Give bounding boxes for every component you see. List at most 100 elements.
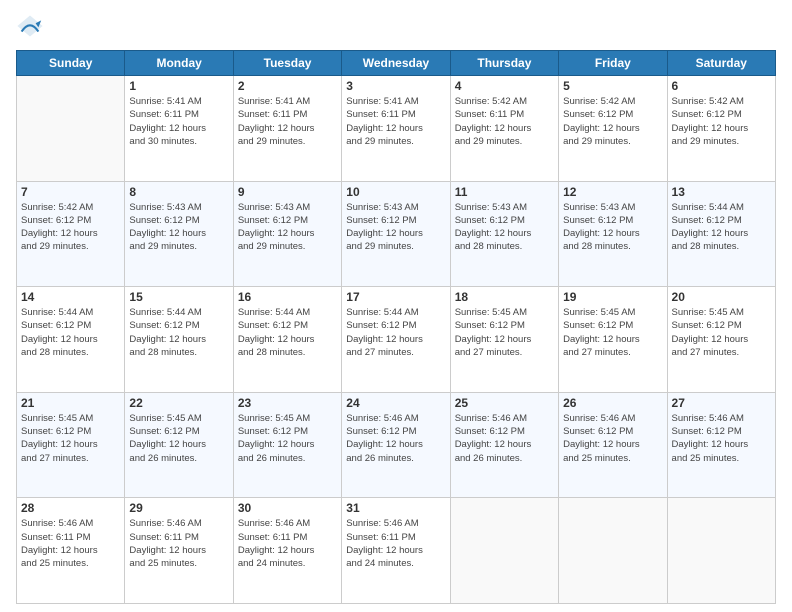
day-info: Sunrise: 5:45 AMSunset: 6:12 PMDaylight:… [672, 306, 771, 359]
calendar-week-1: 7 Sunrise: 5:42 AMSunset: 6:12 PMDaylight… [17, 181, 776, 287]
day-info: Sunrise: 5:43 AMSunset: 6:12 PMDaylight:… [238, 201, 337, 254]
calendar-cell: 8Sunrise: 5:43 AMSunset: 6:12 PMDaylight… [125, 181, 233, 287]
day-number: 22 [129, 396, 228, 410]
day-info: Sunrise: 5:46 AMSunset: 6:11 PMDaylight:… [238, 517, 337, 570]
day-number: 2 [238, 79, 337, 93]
calendar-cell: 26 Sunrise: 5:46 AMSunset: 6:12 PMDayligh… [559, 392, 667, 498]
calendar-cell: 29 Sunrise: 5:46 AMSunset: 6:11 PMDayligh… [125, 498, 233, 604]
day-info: Sunrise: 5:41 AMSunset: 6:11 PMDaylight:… [238, 95, 337, 148]
day-number: 28 [21, 501, 120, 515]
day-info: Sunrise: 5:44 AMSunset: 6:12 PMDaylight:… [346, 306, 445, 359]
calendar-cell: 18 Sunrise: 5:45 AMSunset: 6:12 PMDayligh… [450, 287, 558, 393]
calendar-cell: 24 Sunrise: 5:46 AMSunset: 6:12 PMDayligh… [342, 392, 450, 498]
calendar-cell: 2 Sunrise: 5:41 AMSunset: 6:11 PMDaylight… [233, 76, 341, 182]
day-info: Sunrise: 5:43 AMSunset: 6:12 PMDaylight:… [563, 201, 662, 254]
day-info: Sunrise: 5:43 AMSunset: 6:12 PMDaylight:… [455, 201, 554, 254]
day-info: Sunrise: 5:45 AMSunset: 6:12 PMDaylight:… [455, 306, 554, 359]
calendar-cell: 22Sunrise: 5:45 AMSunset: 6:12 PMDayligh… [125, 392, 233, 498]
calendar-cell: 19 Sunrise: 5:45 AMSunset: 6:12 PMDayligh… [559, 287, 667, 393]
day-number: 8 [129, 185, 228, 199]
day-info: Sunrise: 5:42 AMSunset: 6:12 PMDaylight:… [672, 95, 771, 148]
day-info: Sunrise: 5:46 AMSunset: 6:12 PMDaylight:… [455, 412, 554, 465]
calendar-cell: 12 Sunrise: 5:43 AMSunset: 6:12 PMDayligh… [559, 181, 667, 287]
calendar-cell: 11 Sunrise: 5:43 AMSunset: 6:12 PMDayligh… [450, 181, 558, 287]
day-header-tuesday: Tuesday [233, 51, 341, 76]
day-info: Sunrise: 5:46 AMSunset: 6:11 PMDaylight:… [21, 517, 120, 570]
day-number: 7 [21, 185, 120, 199]
calendar-cell: 25 Sunrise: 5:46 AMSunset: 6:12 PMDayligh… [450, 392, 558, 498]
calendar-cell: 16 Sunrise: 5:44 AMSunset: 6:12 PMDayligh… [233, 287, 341, 393]
day-info: Sunrise: 5:46 AMSunset: 6:12 PMDaylight:… [346, 412, 445, 465]
calendar-cell [667, 498, 775, 604]
day-header-monday: Monday [125, 51, 233, 76]
calendar-cell: 7 Sunrise: 5:42 AMSunset: 6:12 PMDaylight… [17, 181, 125, 287]
day-number: 13 [672, 185, 771, 199]
calendar: SundayMondayTuesdayWednesdayThursdayFrid… [16, 50, 776, 604]
day-header-wednesday: Wednesday [342, 51, 450, 76]
logo-icon [16, 12, 44, 40]
calendar-cell: 6Sunrise: 5:42 AMSunset: 6:12 PMDaylight… [667, 76, 775, 182]
calendar-cell: 17 Sunrise: 5:44 AMSunset: 6:12 PMDayligh… [342, 287, 450, 393]
day-info: Sunrise: 5:41 AMSunset: 6:11 PMDaylight:… [129, 95, 228, 148]
calendar-body: 1 Sunrise: 5:41 AMSunset: 6:11 PMDaylight… [17, 76, 776, 604]
day-number: 25 [455, 396, 554, 410]
calendar-cell: 27 Sunrise: 5:46 AMSunset: 6:12 PMDayligh… [667, 392, 775, 498]
day-number: 26 [563, 396, 662, 410]
calendar-cell: 10Sunrise: 5:43 AMSunset: 6:12 PMDayligh… [342, 181, 450, 287]
day-info: Sunrise: 5:46 AMSunset: 6:11 PMDaylight:… [129, 517, 228, 570]
day-number: 1 [129, 79, 228, 93]
day-number: 16 [238, 290, 337, 304]
day-number: 11 [455, 185, 554, 199]
day-number: 20 [672, 290, 771, 304]
day-number: 21 [21, 396, 120, 410]
calendar-cell: 9 Sunrise: 5:43 AMSunset: 6:12 PMDaylight… [233, 181, 341, 287]
calendar-week-0: 1 Sunrise: 5:41 AMSunset: 6:11 PMDaylight… [17, 76, 776, 182]
calendar-cell: 30Sunrise: 5:46 AMSunset: 6:11 PMDayligh… [233, 498, 341, 604]
day-header-friday: Friday [559, 51, 667, 76]
calendar-cell [17, 76, 125, 182]
calendar-week-3: 21 Sunrise: 5:45 AMSunset: 6:12 PMDayligh… [17, 392, 776, 498]
day-number: 12 [563, 185, 662, 199]
day-info: Sunrise: 5:46 AMSunset: 6:11 PMDaylight:… [346, 517, 445, 570]
day-info: Sunrise: 5:44 AMSunset: 6:12 PMDaylight:… [21, 306, 120, 359]
day-number: 17 [346, 290, 445, 304]
day-number: 31 [346, 501, 445, 515]
day-info: Sunrise: 5:42 AMSunset: 6:11 PMDaylight:… [455, 95, 554, 148]
calendar-cell: 13 Sunrise: 5:44 AMSunset: 6:12 PMDayligh… [667, 181, 775, 287]
calendar-cell: 21 Sunrise: 5:45 AMSunset: 6:12 PMDayligh… [17, 392, 125, 498]
day-info: Sunrise: 5:43 AMSunset: 6:12 PMDaylight:… [346, 201, 445, 254]
day-info: Sunrise: 5:46 AMSunset: 6:12 PMDaylight:… [672, 412, 771, 465]
day-headers-row: SundayMondayTuesdayWednesdayThursdayFrid… [17, 51, 776, 76]
calendar-cell: 14 Sunrise: 5:44 AMSunset: 6:12 PMDayligh… [17, 287, 125, 393]
calendar-cell: 28 Sunrise: 5:46 AMSunset: 6:11 PMDayligh… [17, 498, 125, 604]
calendar-cell [559, 498, 667, 604]
calendar-cell: 3Sunrise: 5:41 AMSunset: 6:11 PMDaylight… [342, 76, 450, 182]
day-number: 9 [238, 185, 337, 199]
day-info: Sunrise: 5:44 AMSunset: 6:12 PMDaylight:… [238, 306, 337, 359]
day-info: Sunrise: 5:42 AMSunset: 6:12 PMDaylight:… [21, 201, 120, 254]
day-number: 29 [129, 501, 228, 515]
day-header-sunday: Sunday [17, 51, 125, 76]
day-number: 18 [455, 290, 554, 304]
calendar-week-2: 14 Sunrise: 5:44 AMSunset: 6:12 PMDayligh… [17, 287, 776, 393]
calendar-cell [450, 498, 558, 604]
day-info: Sunrise: 5:44 AMSunset: 6:12 PMDaylight:… [672, 201, 771, 254]
day-number: 19 [563, 290, 662, 304]
day-number: 14 [21, 290, 120, 304]
calendar-cell: 31 Sunrise: 5:46 AMSunset: 6:11 PMDayligh… [342, 498, 450, 604]
calendar-cell: 20 Sunrise: 5:45 AMSunset: 6:12 PMDayligh… [667, 287, 775, 393]
calendar-cell: 4 Sunrise: 5:42 AMSunset: 6:11 PMDaylight… [450, 76, 558, 182]
logo [16, 12, 48, 40]
day-info: Sunrise: 5:46 AMSunset: 6:12 PMDaylight:… [563, 412, 662, 465]
calendar-cell: 23Sunrise: 5:45 AMSunset: 6:12 PMDayligh… [233, 392, 341, 498]
day-number: 4 [455, 79, 554, 93]
day-number: 24 [346, 396, 445, 410]
header [16, 12, 776, 40]
day-info: Sunrise: 5:45 AMSunset: 6:12 PMDaylight:… [563, 306, 662, 359]
day-info: Sunrise: 5:45 AMSunset: 6:12 PMDaylight:… [21, 412, 120, 465]
day-info: Sunrise: 5:42 AMSunset: 6:12 PMDaylight:… [563, 95, 662, 148]
calendar-week-4: 28 Sunrise: 5:46 AMSunset: 6:11 PMDayligh… [17, 498, 776, 604]
calendar-header: SundayMondayTuesdayWednesdayThursdayFrid… [17, 51, 776, 76]
day-info: Sunrise: 5:41 AMSunset: 6:11 PMDaylight:… [346, 95, 445, 148]
day-number: 27 [672, 396, 771, 410]
